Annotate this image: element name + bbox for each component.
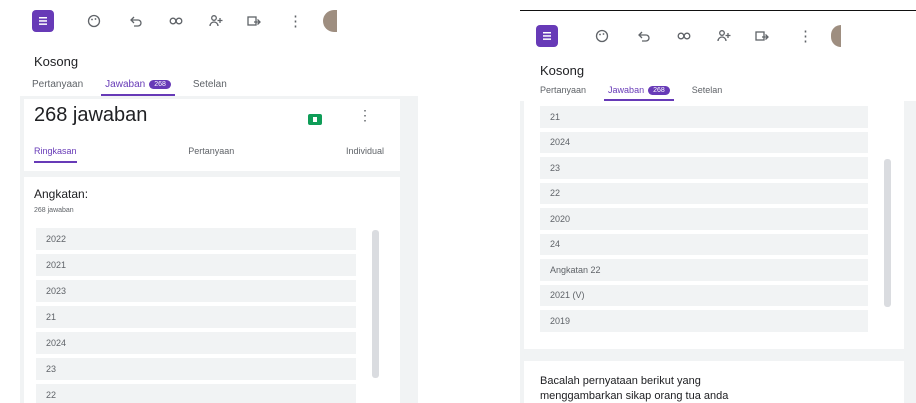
palette-icon[interactable] xyxy=(594,28,610,44)
answer-list-item: 2024 xyxy=(540,131,868,153)
answer-list-item: 22 xyxy=(36,384,356,403)
form-title: Kosong xyxy=(540,63,585,78)
answer-text: 2023 xyxy=(46,286,67,296)
more-vert-icon[interactable]: ⋮ xyxy=(358,107,372,124)
avatar[interactable] xyxy=(323,10,337,32)
form-title: Kosong xyxy=(34,54,79,69)
form-tabs: Pertanyaan Jawaban 268 Setelan xyxy=(32,74,227,96)
send-icon[interactable] xyxy=(246,13,262,29)
answer-text: 21 xyxy=(550,111,561,122)
question-response-count: 268 jawaban xyxy=(34,207,74,214)
answer-list-item: 22 xyxy=(540,182,868,204)
form-tabs: Pertanyaan Jawaban 268 Setelan xyxy=(540,81,722,101)
answer-text: 2024 xyxy=(550,137,571,148)
answer-text: 22 xyxy=(550,188,561,199)
answer-text: Angkatan 22 xyxy=(550,264,601,275)
answer-list-item: 21 xyxy=(540,106,868,128)
screenshot-root: ⋮ Kosong Pertanyaan Jawaban 268 Setelan 2… xyxy=(0,0,916,403)
form-icon[interactable] xyxy=(536,25,558,47)
answer-text: 22 xyxy=(46,390,57,400)
avatar[interactable] xyxy=(831,25,841,47)
tab-setelan[interactable]: Setelan xyxy=(692,85,723,101)
right-screenshot-panel: ⋮ Kosong Pertanyaan Jawaban 268 Setelan 2… xyxy=(520,10,916,403)
answer-text: 2019 xyxy=(550,315,571,326)
answers-list: 2022 2021 2023 21 2024 23 22 xyxy=(36,228,356,403)
response-count-badge: 268 xyxy=(149,80,171,89)
more-vert-icon[interactable]: ⋮ xyxy=(288,12,303,30)
palette-icon[interactable] xyxy=(86,13,102,29)
answer-list-item: Angkatan 22 xyxy=(540,259,868,281)
send-icon[interactable] xyxy=(754,28,770,44)
answer-list-item: 2021 xyxy=(36,254,356,276)
tab-pertanyaan[interactable]: Pertanyaan xyxy=(540,85,586,101)
response-count-badge: 268 xyxy=(648,85,670,95)
tab-setelan[interactable]: Setelan xyxy=(193,79,227,96)
subtab-ringkasan[interactable]: Ringkasan xyxy=(34,146,77,163)
answer-list-item: 23 xyxy=(36,358,356,380)
answer-text: 23 xyxy=(46,364,57,374)
answer-text: 2024 xyxy=(46,338,67,348)
link-icon[interactable] xyxy=(676,28,692,44)
undo-icon[interactable] xyxy=(636,28,652,44)
left-screenshot-panel: ⋮ Kosong Pertanyaan Jawaban 268 Setelan 2… xyxy=(20,0,418,403)
answer-list-item: 2019 xyxy=(540,310,868,332)
scrollbar-thumb[interactable] xyxy=(884,159,891,307)
tab-jawaban[interactable]: Jawaban 268 xyxy=(604,85,674,101)
question-title: Angkatan: xyxy=(34,187,89,201)
top-toolbar: ⋮ xyxy=(520,25,916,47)
next-question-text: Bacalah pernyataan berikut yang menggamb… xyxy=(540,375,729,402)
scrollbar-thumb[interactable] xyxy=(372,230,379,378)
answer-text: 24 xyxy=(550,239,561,250)
more-vert-icon[interactable]: ⋮ xyxy=(798,27,813,45)
add-collaborator-icon[interactable] xyxy=(208,13,224,29)
answer-text: 2021 xyxy=(46,260,67,270)
response-count-title: 268 jawaban xyxy=(34,104,148,126)
form-icon[interactable] xyxy=(32,10,54,32)
answer-list-item: 2024 xyxy=(36,332,356,354)
answer-text: 2022 xyxy=(46,234,67,244)
summary-subtabs: Ringkasan Pertanyaan Individual xyxy=(34,146,384,163)
answer-list-item: 24 xyxy=(540,233,868,255)
answer-list-item: 2022 xyxy=(36,228,356,250)
sheets-icon[interactable] xyxy=(308,114,322,125)
link-icon[interactable] xyxy=(168,13,184,29)
answer-list-item: 2023 xyxy=(36,280,356,302)
answer-text: 2021 (V) xyxy=(550,290,585,301)
top-toolbar: ⋮ xyxy=(20,10,418,32)
subtab-pertanyaan[interactable]: Pertanyaan xyxy=(188,146,234,163)
answer-list-item: 2020 xyxy=(540,208,868,230)
tab-jawaban[interactable]: Jawaban 268 xyxy=(101,79,175,96)
undo-icon[interactable] xyxy=(128,13,144,29)
answer-text: 23 xyxy=(550,162,561,173)
answer-list-item: 21 xyxy=(36,306,356,328)
answer-text: 2020 xyxy=(550,213,571,224)
add-collaborator-icon[interactable] xyxy=(716,28,732,44)
subtab-individual[interactable]: Individual xyxy=(346,146,384,163)
answer-list-item: 2021 (V) xyxy=(540,284,868,306)
tab-pertanyaan[interactable]: Pertanyaan xyxy=(32,79,83,96)
answers-list: 21 2024 23 22 2020 24 Angkatan 22 2021 (V) 2019 xyxy=(540,106,868,336)
answer-list-item: 23 xyxy=(540,157,868,179)
answer-text: 21 xyxy=(46,312,57,322)
